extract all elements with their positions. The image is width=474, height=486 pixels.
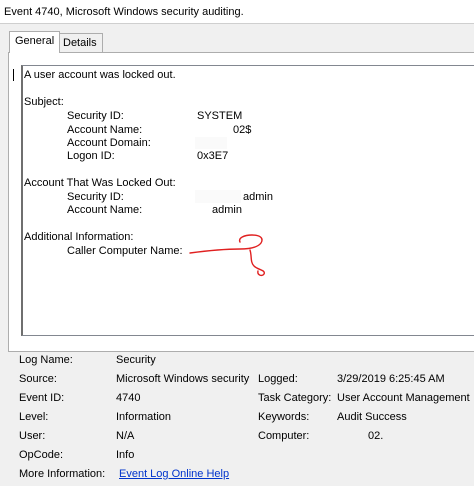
red-scribble-annotation (189, 234, 266, 277)
